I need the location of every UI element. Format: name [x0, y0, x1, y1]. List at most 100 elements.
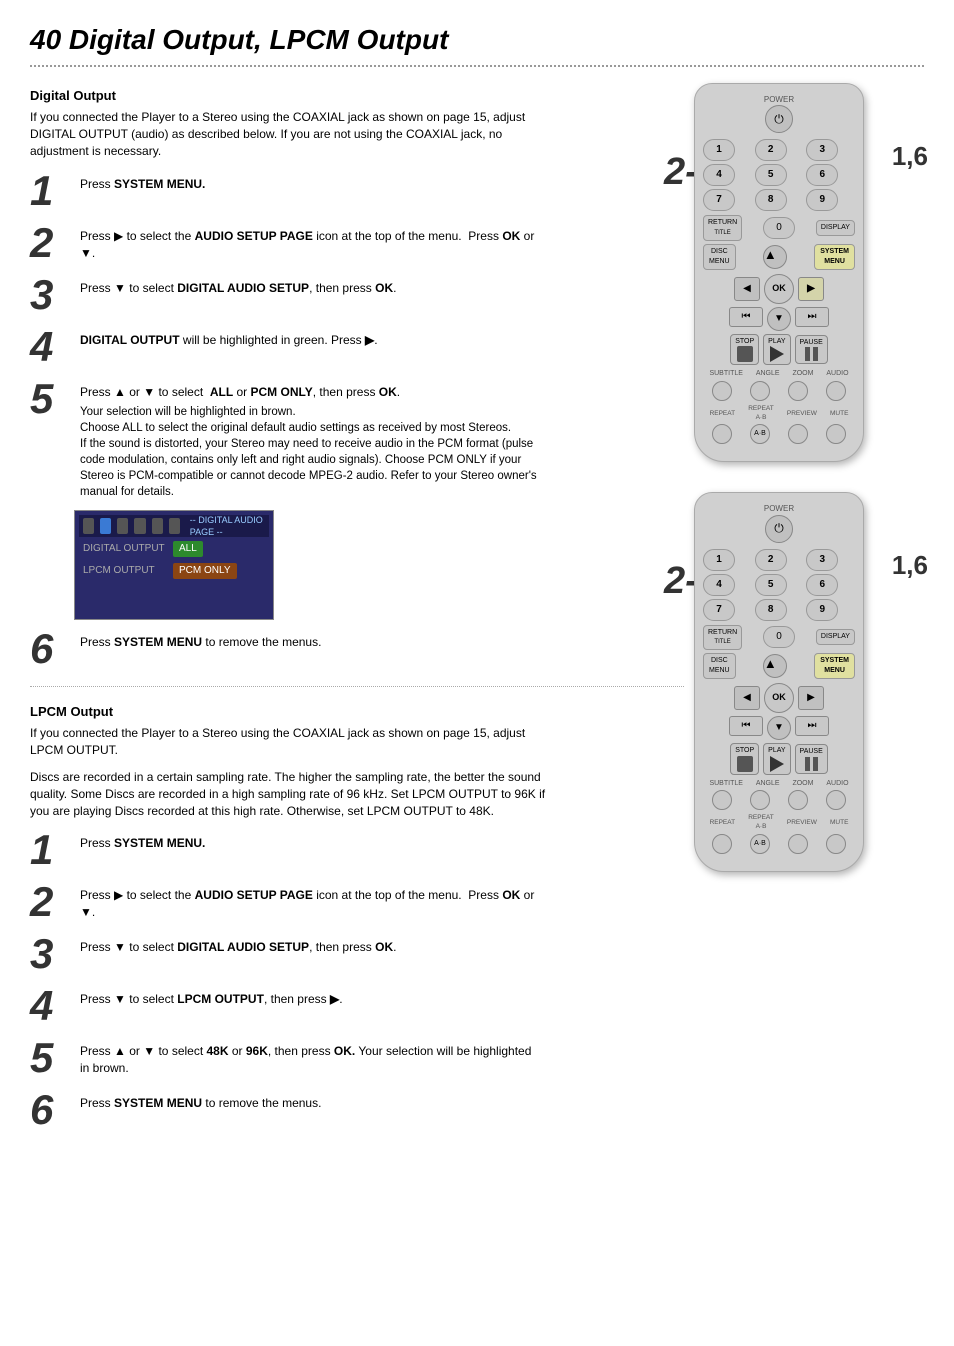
audio-circle-bottom[interactable]	[826, 790, 846, 810]
angle-circle-top[interactable]	[750, 381, 770, 401]
mute-circle-top[interactable]	[826, 424, 846, 444]
step-4-num: 4	[30, 326, 74, 368]
mute-circle-bottom[interactable]	[826, 834, 846, 854]
step-6-row: 6 Press SYSTEM MENU to remove the menus.	[30, 628, 684, 670]
zoom-circle-top[interactable]	[788, 381, 808, 401]
btn-7b[interactable]: 7	[703, 599, 735, 621]
btn-6b[interactable]: 6	[806, 574, 838, 596]
angle-circle-bottom[interactable]	[750, 790, 770, 810]
btn-9b[interactable]: 9	[806, 599, 838, 621]
lpcm-step-5-text: Press ▲ or ▼ to select 48K or 96K, then …	[80, 1037, 540, 1077]
lpcm-step-2-row: 2 Press ▶ to select the AUDIO SETUP PAGE…	[30, 881, 684, 923]
circle-row-bottom	[703, 790, 855, 810]
step-1-row: 1 Press SYSTEM MENU.	[30, 170, 684, 212]
down-arrow-bottom[interactable]: ▼	[767, 716, 791, 740]
audio-circle-top[interactable]	[826, 381, 846, 401]
transport-row-bottom: STOP PLAY PAUSE	[703, 743, 855, 775]
up-arrow-center-bottom[interactable]: ▲	[763, 654, 787, 678]
subtitle-circle-top[interactable]	[712, 381, 732, 401]
preview-circle-bottom[interactable]	[788, 834, 808, 854]
repeat-row-bottom: REPEAT REPEATA·B PREVIEW MUTE	[703, 813, 855, 831]
return-btn-bottom[interactable]: RETURNTITLE	[703, 625, 742, 651]
btn-7[interactable]: 7	[703, 189, 735, 211]
power-button-bottom[interactable]: ⏻	[765, 515, 793, 543]
step-3-text: Press ▼ to select DIGITAL AUDIO SETUP, t…	[80, 274, 396, 297]
btn-2[interactable]: 2	[755, 139, 787, 161]
down-arrow-top[interactable]: ▼	[767, 307, 791, 331]
lpcm-step-6-row: 6 Press SYSTEM MENU to remove the menus.	[30, 1089, 684, 1131]
stop-btn-top[interactable]: STOP	[730, 334, 759, 366]
lpcm-output-title: LPCM Output	[30, 703, 684, 721]
play-btn-top[interactable]: PLAY	[763, 334, 790, 366]
btn-2b[interactable]: 2	[755, 549, 787, 571]
repeat-circle-bottom[interactable]	[712, 834, 732, 854]
power-label-bottom: POWER	[703, 503, 855, 514]
lpcm-step-3-row: 3 Press ▼ to select DIGITAL AUDIO SETUP,…	[30, 933, 684, 975]
pause-btn-bottom[interactable]: PAUSE	[795, 744, 828, 774]
btn-8b[interactable]: 8	[755, 599, 787, 621]
disc-menu-btn-top[interactable]: DISCMENU	[703, 244, 736, 270]
digital-output-title: Digital Output	[30, 87, 684, 105]
btn-4b[interactable]: 4	[703, 574, 735, 596]
up-arrow-center-top[interactable]: ▲	[763, 245, 787, 269]
system-menu-btn-bottom[interactable]: SYSTEMMENU	[814, 653, 855, 679]
repeat-row-top: REPEAT REPEATA·B PREVIEW MUTE	[703, 404, 855, 422]
lpcm-step-4-num: 4	[30, 985, 74, 1027]
zoom-circle-bottom[interactable]	[788, 790, 808, 810]
play-btn-bottom[interactable]: PLAY	[763, 743, 790, 775]
return-btn-top[interactable]: RETURNTITLE	[703, 215, 742, 241]
display-btn-bottom[interactable]: DISPLAY	[816, 629, 855, 645]
special-row-bottom: RETURNTITLE 0 DISPLAY	[703, 625, 855, 651]
lpcm-step-5-row: 5 Press ▲ or ▼ to select 48K or 96K, the…	[30, 1037, 684, 1079]
btn-1[interactable]: 1	[703, 139, 735, 161]
step-4-text: DIGITAL OUTPUT will be highlighted in gr…	[80, 326, 378, 349]
repeat-circle-top[interactable]	[712, 424, 732, 444]
stop-btn-bottom[interactable]: STOP	[730, 743, 759, 775]
lpcm-intro1: If you connected the Player to a Stereo …	[30, 725, 550, 759]
lpcm-step-4-row: 4 Press ▼ to select LPCM OUTPUT, then pr…	[30, 985, 684, 1027]
btn-3[interactable]: 3	[806, 139, 838, 161]
system-menu-btn-top[interactable]: SYSTEMMENU	[814, 244, 855, 270]
remote-bottom: POWER ⏻ 1 2 3 4 5 6 7 8 9 RETURNTITLE 0	[694, 492, 864, 871]
step-2-num: 2	[30, 222, 74, 264]
display-btn-top[interactable]: DISPLAY	[816, 220, 855, 236]
right-btn-top[interactable]: ▶	[798, 277, 824, 301]
next-btn-top[interactable]: ⏭	[795, 307, 829, 327]
pause-btn-top[interactable]: PAUSE	[795, 335, 828, 365]
next-btn-bottom[interactable]: ⏭	[795, 716, 829, 736]
left-btn-top[interactable]: ◀	[734, 277, 760, 301]
ok-btn-bottom[interactable]: OK	[764, 683, 794, 713]
btn-5b[interactable]: 5	[755, 574, 787, 596]
page-title: 40 Digital Output, LPCM Output	[30, 20, 924, 67]
menu-row-lpcm: LPCM OUTPUT PCM ONLY	[79, 561, 269, 581]
power-button-top[interactable]: ⏻	[765, 105, 793, 133]
lpcm-step-1-row: 1 Press SYSTEM MENU.	[30, 829, 684, 871]
btn-4[interactable]: 4	[703, 164, 735, 186]
step-1-num: 1	[30, 170, 74, 212]
left-btn-bottom[interactable]: ◀	[734, 686, 760, 710]
btn-5[interactable]: 5	[755, 164, 787, 186]
step-1-text: Press SYSTEM MENU.	[80, 170, 205, 193]
btn-3b[interactable]: 3	[806, 549, 838, 571]
zero-btn-bottom[interactable]: 0	[763, 626, 795, 648]
zero-btn-top[interactable]: 0	[763, 217, 795, 239]
label-row-top: SUBTITLEANGLEZOOMAUDIO	[703, 369, 855, 379]
lpcm-intro2: Discs are recorded in a certain sampling…	[30, 769, 550, 819]
btn-6[interactable]: 6	[806, 164, 838, 186]
btn-9[interactable]: 9	[806, 189, 838, 211]
lpcm-step-2-num: 2	[30, 881, 74, 923]
subtitle-circle-bottom[interactable]	[712, 790, 732, 810]
disc-menu-btn-bottom[interactable]: DISCMENU	[703, 653, 736, 679]
repeat-ab-circle-top[interactable]: A·B	[750, 424, 770, 444]
prev-btn-bottom[interactable]: ⏮	[729, 716, 763, 736]
prev-btn-top[interactable]: ⏮	[729, 307, 763, 327]
btn-8[interactable]: 8	[755, 189, 787, 211]
nav-row-bottom: ◀ OK ▶	[703, 683, 855, 713]
repeat-ab-circle-bottom[interactable]: A·B	[750, 834, 770, 854]
remote-top: POWER ⏻ 1 2 3 4 5 6 7 8 9 RETURNTITLE 0	[694, 83, 864, 462]
right-btn-bottom[interactable]: ▶	[798, 686, 824, 710]
preview-circle-top[interactable]	[788, 424, 808, 444]
ok-btn-top[interactable]: OK	[764, 274, 794, 304]
btn-1b[interactable]: 1	[703, 549, 735, 571]
step-4-row: 4 DIGITAL OUTPUT will be highlighted in …	[30, 326, 684, 368]
